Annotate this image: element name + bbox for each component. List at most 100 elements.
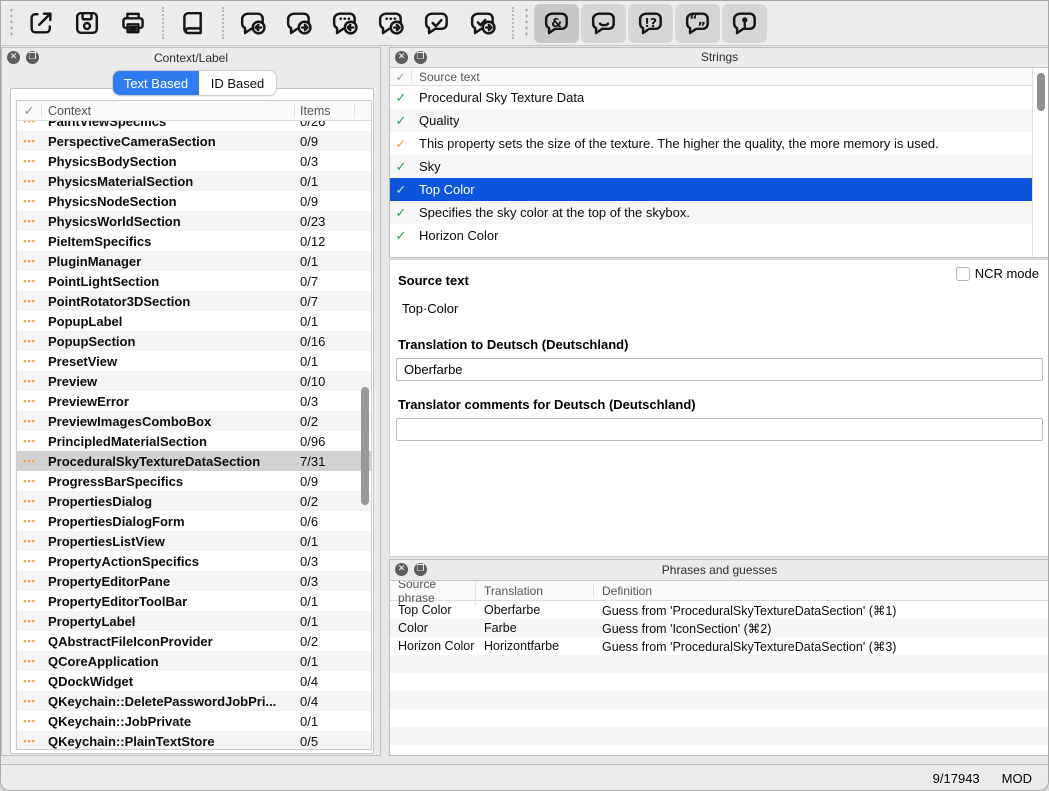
string-row[interactable]: ✓ Procedural Sky Texture Data <box>390 86 1032 109</box>
strings-scrollbar-track[interactable] <box>1032 67 1049 257</box>
context-name: QAbstractFileIconProvider <box>42 634 295 649</box>
context-row[interactable]: ••• PhysicsWorldSection 0/23 <box>17 211 371 231</box>
print-button[interactable] <box>110 3 156 43</box>
context-items-count: 0/1 <box>295 614 355 629</box>
save-button[interactable] <box>64 3 110 43</box>
context-row[interactable]: ••• PropertyLabel 0/1 <box>17 611 371 631</box>
float-icon[interactable]: ❐ <box>26 51 39 64</box>
accelerators-button[interactable]: & <box>534 4 579 43</box>
context-row[interactable]: ••• PerspectiveCameraSection 0/9 <box>17 131 371 151</box>
ncr-mode-checkbox[interactable] <box>956 267 970 281</box>
tab-text-based[interactable]: Text Based <box>113 71 199 95</box>
place-markers-button[interactable] <box>722 4 767 43</box>
tab-id-based[interactable]: ID Based <box>199 71 276 95</box>
string-row[interactable]: ✓ Sky <box>390 155 1032 178</box>
context-items-count: 0/9 <box>295 474 355 489</box>
empty-phrase-row <box>390 691 1049 709</box>
context-row[interactable]: ••• ProgressBarSpecifics 0/9 <box>17 471 371 491</box>
context-row[interactable]: ••• QDockWidget 0/4 <box>17 671 371 691</box>
ending-punctuation-button[interactable]: !? <box>628 4 673 43</box>
context-row[interactable]: ••• Preview 0/10 <box>17 371 371 391</box>
float-icon[interactable]: ❐ <box>414 51 427 64</box>
context-row[interactable]: ••• QKeychain::PlainTextStore 0/5 <box>17 731 371 750</box>
context-row[interactable]: ••• PropertiesDialogForm 0/6 <box>17 511 371 531</box>
close-icon[interactable]: ✕ <box>395 563 408 576</box>
context-items-count: 0/23 <box>295 214 355 229</box>
unfinished-dots-icon: ••• <box>17 496 42 506</box>
phrasebook-button[interactable] <box>170 3 216 43</box>
unfinished-dots-icon: ••• <box>17 316 42 326</box>
string-row[interactable]: ✓ Horizon Color <box>390 224 1032 247</box>
context-row[interactable]: ••• PieItemSpecifics 0/12 <box>17 231 371 251</box>
context-row[interactable]: ••• ProceduralSkyTextureDataSection 7/31 <box>17 451 371 471</box>
unfinished-dots-icon: ••• <box>17 376 42 386</box>
prev-unfinished-button[interactable] <box>322 3 368 43</box>
open-button[interactable] <box>18 3 64 43</box>
phrases-table-header[interactable]: Source phrase Translation Definition <box>390 581 1049 601</box>
string-row[interactable]: ✓ Specifies the sky color at the top of … <box>390 201 1032 224</box>
check-column-header[interactable]: ✓ <box>390 70 412 84</box>
string-row[interactable]: ✓ Quality <box>390 109 1032 132</box>
context-row[interactable]: ••• PhysicsMaterialSection 0/1 <box>17 171 371 191</box>
done-and-next-button[interactable] <box>460 3 506 43</box>
context-row[interactable]: ••• QKeychain::DeletePasswordJobPri... 0… <box>17 691 371 711</box>
string-row[interactable]: ✓ Top Color <box>390 178 1032 201</box>
context-row[interactable]: ••• PropertiesListView 0/1 <box>17 531 371 551</box>
close-icon[interactable]: ✕ <box>7 51 20 64</box>
context-row[interactable]: ••• PreviewImagesComboBox 0/2 <box>17 411 371 431</box>
translation-input[interactable] <box>396 358 1043 381</box>
context-row[interactable]: ••• PluginManager 0/1 <box>17 251 371 271</box>
surrounding-whitespace-button[interactable] <box>581 4 626 43</box>
next-unfinished-button[interactable] <box>368 3 414 43</box>
done-button[interactable] <box>414 3 460 43</box>
context-row[interactable]: ••• QCoreApplication 0/1 <box>17 651 371 671</box>
phrase-translation: Oberfarbe <box>476 603 594 617</box>
context-row[interactable]: ••• PresetView 0/1 <box>17 351 371 371</box>
items-column-header[interactable]: Items <box>295 104 355 118</box>
context-row[interactable]: ••• PropertyEditorPane 0/3 <box>17 571 371 591</box>
context-table-header[interactable]: ✓ Context Items <box>17 101 371 121</box>
float-icon[interactable]: ❐ <box>414 563 427 576</box>
context-row[interactable]: ••• PropertyEditorToolBar 0/1 <box>17 591 371 611</box>
dock-splitter[interactable] <box>381 47 389 756</box>
close-icon[interactable]: ✕ <box>395 51 408 64</box>
context-row[interactable]: ••• PrincipledMaterialSection 0/96 <box>17 431 371 451</box>
check-column-header[interactable]: ✓ <box>17 103 42 118</box>
translator-comments-input[interactable] <box>396 418 1043 441</box>
context-column-header[interactable]: Context <box>42 104 295 118</box>
context-row[interactable]: ••• PropertiesDialog 0/2 <box>17 491 371 511</box>
translation-column-header[interactable]: Translation <box>476 584 594 598</box>
context-row[interactable]: ••• QAbstractFileIconProvider 0/2 <box>17 631 371 651</box>
source-phrase-column-header[interactable]: Source phrase <box>390 580 476 605</box>
phrase-row[interactable]: Horizon Color Horizontfarbe Guess from '… <box>390 637 1049 655</box>
context-items-count: 0/10 <box>295 374 355 389</box>
phrasebook-icon <box>179 9 207 37</box>
context-row[interactable]: ••• QKeychain::JobPrivate 0/1 <box>17 711 371 731</box>
strings-scrollbar-thumb[interactable] <box>1037 73 1045 111</box>
context-scrollbar-thumb[interactable] <box>361 387 369 505</box>
clipped-context-row[interactable]: ••• PaintViewSpecifics 0/26 <box>17 121 371 131</box>
source-text-column-header[interactable]: Source text <box>412 70 480 84</box>
next-button[interactable] <box>276 3 322 43</box>
context-row[interactable]: ••• PreviewError 0/3 <box>17 391 371 411</box>
prev-button[interactable] <box>230 3 276 43</box>
string-row[interactable]: ✓ This property sets the size of the tex… <box>390 132 1032 155</box>
strings-table-header[interactable]: ✓ Source text <box>390 68 1049 86</box>
context-row[interactable]: ••• PaintViewSpecifics 0/26 <box>17 121 371 131</box>
context-row[interactable]: ••• PointRotator3DSection 0/7 <box>17 291 371 311</box>
context-row[interactable]: ••• PointLightSection 0/7 <box>17 271 371 291</box>
toolbar-drag-handle[interactable] <box>524 7 529 39</box>
phrase-matches-button[interactable]: “„ <box>675 4 720 43</box>
context-row[interactable]: ••• PhysicsNodeSection 0/9 <box>17 191 371 211</box>
context-row[interactable]: ••• PropertyActionSpecifics 0/3 <box>17 551 371 571</box>
phrase-row[interactable]: Top Color Oberfarbe Guess from 'Procedur… <box>390 601 1049 619</box>
phrase-source: Horizon Color <box>390 639 476 653</box>
context-items-count: 0/3 <box>295 554 355 569</box>
context-row[interactable]: ••• PopupLabel 0/1 <box>17 311 371 331</box>
source-text-value: Quality <box>412 113 459 128</box>
phrase-row[interactable]: Color Farbe Guess from 'IconSection' (⌘2… <box>390 619 1049 637</box>
toolbar-drag-handle[interactable] <box>9 7 14 39</box>
context-row[interactable]: ••• PopupSection 0/16 <box>17 331 371 351</box>
context-row[interactable]: ••• PhysicsBodySection 0/3 <box>17 151 371 171</box>
definition-column-header[interactable]: Definition <box>594 584 1049 598</box>
